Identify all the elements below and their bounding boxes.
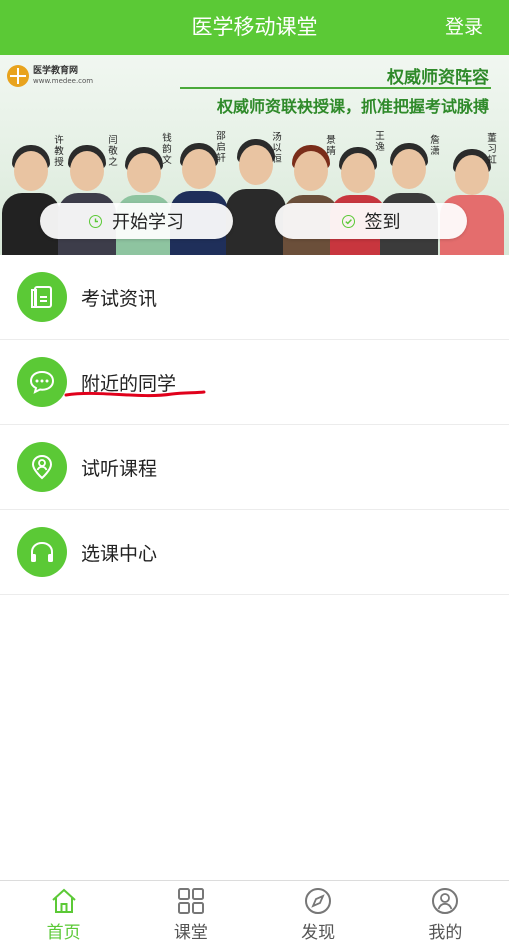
teacher-name: 汤以恒 — [272, 132, 282, 165]
grid-icon — [177, 888, 204, 914]
menu-item-exam-news[interactable]: 考试资讯 — [0, 255, 509, 340]
tab-me[interactable]: 我的 — [382, 881, 509, 946]
start-study-button[interactable]: 开始学习 — [40, 203, 233, 239]
menu-item-label: 试听课程 — [81, 457, 158, 480]
teacher-name: 董习虹 — [487, 133, 497, 166]
banner-slogan-subtitle: 权威师资联袂授课，抓准把握考试脉搏 — [216, 97, 489, 116]
menu-item-label: 考试资讯 — [81, 287, 158, 310]
red-underline-annotation — [64, 390, 206, 398]
tab-classroom[interactable]: 课堂 — [127, 881, 254, 946]
top-bar: 医学移动课堂 登录 — [0, 0, 509, 55]
document-icon — [17, 272, 67, 322]
tab-label: 发现 — [301, 923, 336, 943]
tab-label: 课堂 — [173, 923, 208, 943]
menu-item-nearby-classmates[interactable]: 附近的同学 — [0, 340, 509, 425]
brand-logo-block: 医学教育网 www.medee.com — [7, 65, 93, 87]
slogan-divider — [180, 87, 491, 89]
user-icon — [432, 888, 459, 914]
menu-item-course-center[interactable]: 选课中心 — [0, 510, 509, 595]
home-icon — [51, 888, 76, 913]
banner-slogan-title: 权威师资阵容 — [387, 68, 489, 88]
tab-label: 首页 — [46, 923, 81, 943]
page-title: 医学移动课堂 — [191, 15, 318, 39]
tab-label: 我的 — [428, 923, 463, 943]
check-in-label: 签到 — [364, 212, 401, 233]
medical-cross-logo-icon — [7, 65, 29, 87]
menu-item-label: 选课中心 — [81, 542, 158, 565]
headphones-icon — [17, 527, 67, 577]
check-circle-icon — [341, 214, 355, 228]
compass-icon — [305, 888, 332, 914]
clock-icon — [89, 214, 102, 228]
check-in-button[interactable]: 签到 — [275, 203, 467, 239]
bottom-tab-bar: 首页 课堂 发现 我的 — [0, 880, 509, 946]
brand-url: www.medee.com — [33, 77, 94, 85]
brand-name: 医学教育网 — [33, 66, 79, 76]
feature-menu: 考试资讯 附近的同学 试听课程 选课中心 — [0, 255, 509, 595]
teacher-figure — [2, 145, 60, 255]
chat-bubble-icon — [17, 357, 67, 407]
tab-home[interactable]: 首页 — [0, 881, 127, 946]
teacher-banner[interactable]: 医学教育网 www.medee.com 权威师资阵容 权威师资联袂授课，抓准把握… — [0, 55, 509, 255]
location-user-icon — [17, 442, 67, 492]
menu-item-trial-courses[interactable]: 试听课程 — [0, 425, 509, 510]
login-button[interactable]: 登录 — [445, 0, 483, 55]
tab-discover[interactable]: 发现 — [255, 881, 382, 946]
start-study-label: 开始学习 — [112, 212, 184, 233]
